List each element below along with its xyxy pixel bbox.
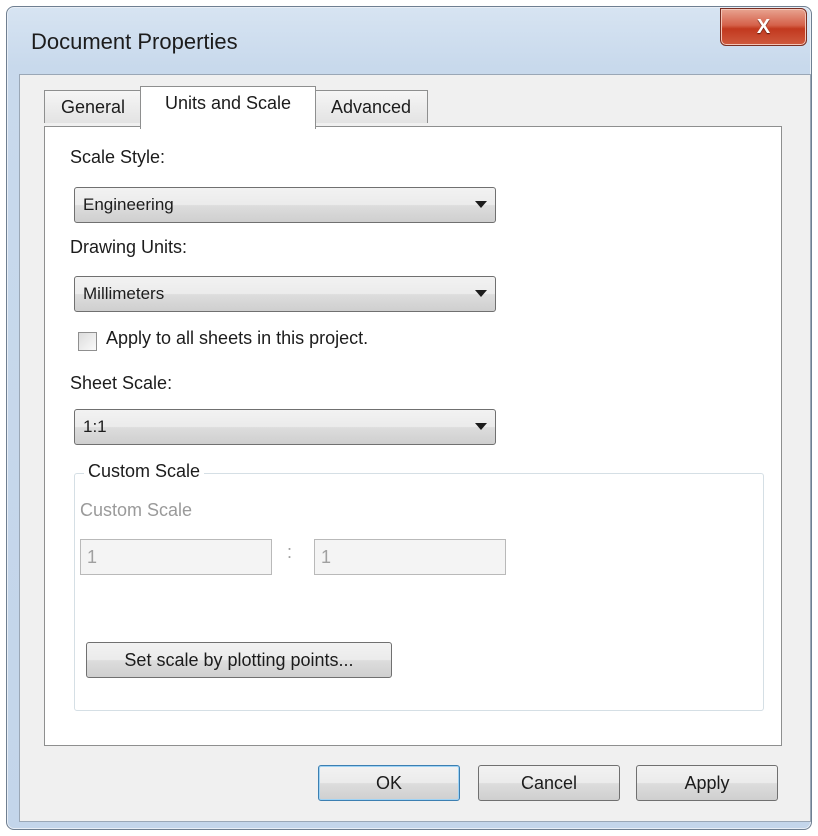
custom-scale-group-title: Custom Scale (84, 461, 205, 482)
tab-general[interactable]: General (44, 90, 142, 123)
drawing-units-select[interactable]: Millimeters (74, 276, 496, 312)
tab-advanced[interactable]: Advanced (314, 90, 428, 123)
chevron-down-icon (475, 423, 487, 430)
scale-style-select[interactable]: Engineering (74, 187, 496, 223)
apply-all-sheets-label: Apply to all sheets in this project. (106, 328, 369, 348)
cancel-button-label: Cancel (520, 772, 578, 793)
custom-scale-right-field[interactable] (315, 540, 505, 574)
set-scale-button-label: Set scale by plotting points... (124, 649, 354, 670)
sheet-scale-select[interactable]: 1:1 (74, 409, 496, 445)
ok-button-label: OK (375, 772, 402, 793)
window-title: Document Properties (31, 29, 238, 54)
custom-scale-right-input[interactable] (314, 539, 506, 575)
scale-style-label: Scale Style: (70, 147, 166, 167)
close-icon: X (756, 15, 771, 38)
close-button[interactable]: X (720, 8, 807, 46)
scale-separator: : (287, 542, 293, 562)
tab-label: General (60, 96, 126, 117)
sheet-scale-label: Sheet Scale: (70, 373, 173, 393)
custom-scale-left-field[interactable] (81, 540, 271, 574)
drawing-units-value: Millimeters (83, 284, 165, 303)
set-scale-by-plotting-points-button[interactable]: Set scale by plotting points... (86, 642, 392, 678)
tab-label: Units and Scale (164, 92, 292, 113)
chevron-down-icon (475, 201, 487, 208)
tab-units-and-scale[interactable]: Units and Scale (140, 86, 316, 129)
custom-scale-left-input[interactable] (80, 539, 272, 575)
apply-all-sheets-checkbox[interactable] (78, 332, 97, 351)
apply-button[interactable]: Apply (636, 765, 778, 801)
sheet-scale-value: 1:1 (83, 417, 107, 436)
chevron-down-icon (475, 290, 487, 297)
cancel-button[interactable]: Cancel (478, 765, 620, 801)
custom-scale-label: Custom Scale (80, 500, 193, 520)
tab-label: Advanced (330, 96, 412, 117)
title-bar[interactable]: Document Properties (7, 7, 811, 71)
scale-style-value: Engineering (83, 195, 174, 214)
drawing-units-label: Drawing Units: (70, 237, 188, 257)
ok-button[interactable]: OK (318, 765, 460, 801)
apply-button-label: Apply (684, 772, 730, 793)
